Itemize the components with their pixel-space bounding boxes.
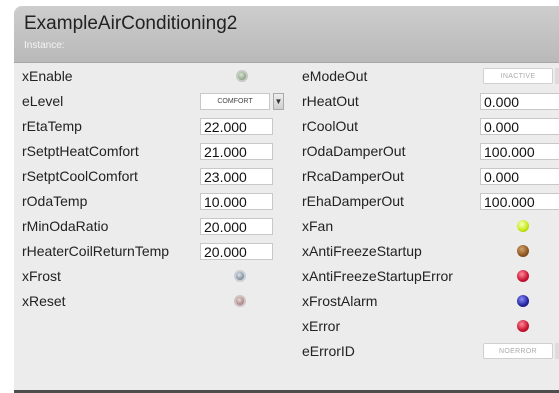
xFrost-label: xFrost — [22, 268, 61, 284]
eModeOut-label: eModeOut — [302, 68, 368, 84]
panel-header: ExampleAirConditioning2 Instance: — [14, 6, 559, 63]
eErrorID-edge — [555, 343, 559, 359]
rHeatOut-output: 0.000 — [480, 93, 559, 110]
xFrostAlarm-label: xFrostAlarm — [302, 293, 378, 309]
eModeOut-edge — [555, 68, 559, 84]
rEhaDamperOut-label: rEhaDamperOut — [302, 193, 404, 209]
xReset-label: xReset — [22, 293, 66, 309]
rSetptCoolComfort-input[interactable]: 23.000 — [200, 168, 273, 185]
xFrost-lamp-icon[interactable] — [234, 270, 246, 282]
rMinOdaRatio-input[interactable]: 20.000 — [200, 218, 273, 235]
xFan-lamp-icon — [517, 220, 529, 232]
xFrostAlarm-lamp-icon — [517, 295, 529, 307]
rCoolOut-output: 0.000 — [480, 118, 559, 135]
xFan-label: xFan — [302, 218, 334, 234]
eLevel-dropdown[interactable]: COMFORT — [200, 93, 270, 110]
xAntiFreezeStartupError-label: xAntiFreezeStartupError — [302, 268, 453, 284]
rEtaTemp-label: rEtaTemp — [22, 118, 82, 134]
visualization-panel: ExampleAirConditioning2 Instance: xEnabl… — [14, 6, 559, 393]
rEtaTemp-input[interactable]: 22.000 — [200, 118, 273, 135]
rCoolOut-label: rCoolOut — [302, 118, 359, 134]
rSetptHeatComfort-input[interactable]: 21.000 — [200, 143, 273, 160]
rHeatOut-label: rHeatOut — [302, 93, 359, 109]
xAntiFreezeStartup-label: xAntiFreezeStartup — [302, 243, 422, 259]
eErrorID-display: NOERROR — [483, 343, 553, 359]
window-title: ExampleAirConditioning2 — [24, 13, 238, 34]
rOdaTemp-label: rOdaTemp — [22, 193, 88, 209]
xError-lamp-icon — [517, 320, 529, 332]
xAntiFreezeStartupError-lamp-icon — [517, 270, 529, 282]
rHeaterCoilReturnTemp-label: rHeaterCoilReturnTemp — [22, 243, 170, 259]
xReset-lamp-icon[interactable] — [234, 295, 246, 307]
eLevel-label: eLevel — [22, 93, 64, 109]
rOdaDamperOut-label: rOdaDamperOut — [302, 143, 406, 159]
rRcaDamperOut-label: rRcaDamperOut — [302, 168, 404, 184]
xAntiFreezeStartup-lamp-icon — [517, 245, 529, 257]
rMinOdaRatio-label: rMinOdaRatio — [22, 218, 109, 234]
rHeaterCoilReturnTemp-input[interactable]: 20.000 — [200, 243, 273, 260]
eErrorID-label: eErrorID — [302, 343, 355, 359]
rSetptHeatComfort-label: rSetptHeatComfort — [22, 143, 139, 159]
xError-label: xError — [302, 318, 341, 334]
rRcaDamperOut-output: 0.000 — [480, 168, 559, 185]
rOdaDamperOut-output: 100.000 — [480, 143, 559, 160]
chevron-down-icon[interactable]: ▼ — [273, 93, 284, 110]
rOdaTemp-input[interactable]: 10.000 — [200, 193, 273, 210]
instance-label: Instance: — [24, 40, 65, 51]
xEnable-label: xEnable — [22, 68, 73, 84]
rEhaDamperOut-output: 100.000 — [480, 193, 559, 210]
eModeOut-display: INACTIVE — [483, 68, 553, 84]
rSetptCoolComfort-label: rSetptCoolComfort — [22, 168, 138, 184]
xEnable-lamp-icon[interactable] — [236, 70, 248, 82]
